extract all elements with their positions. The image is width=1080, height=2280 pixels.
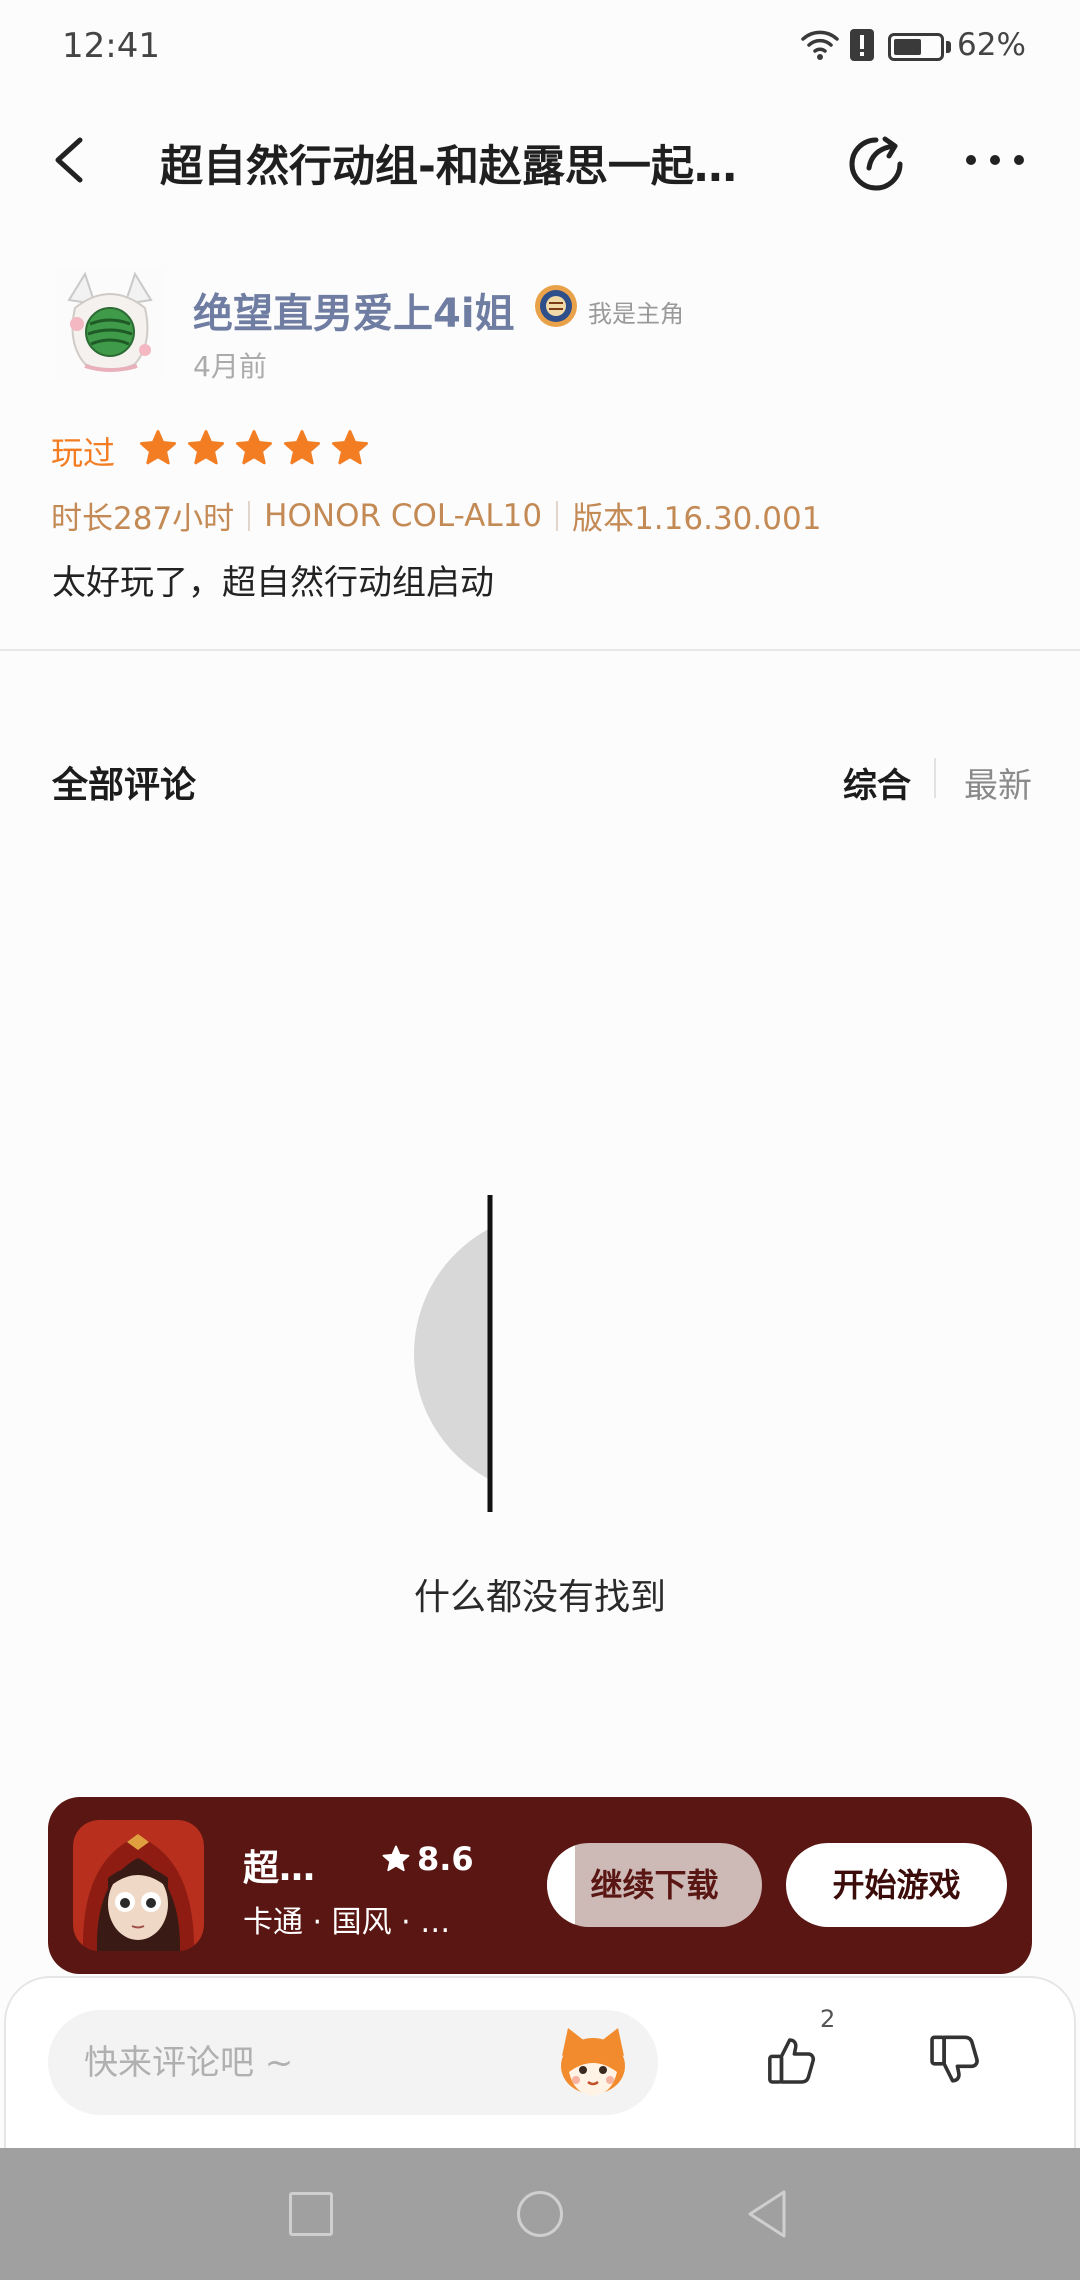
rating-star-icon <box>186 428 226 468</box>
game-rating: 8.6 <box>381 1840 474 1878</box>
share-icon[interactable] <box>844 130 908 194</box>
battery-level-fill <box>894 39 922 55</box>
status-bar: 12:41 62% <box>0 0 1080 90</box>
alert-icon <box>849 28 875 62</box>
empty-state-illustration <box>380 1180 580 1530</box>
continue-download-button[interactable]: 继续下载 <box>547 1843 762 1927</box>
game-banner[interactable]: 超… 8.6 卡通 · 国风 · … 继续下载 开始游戏 <box>48 1797 1032 1974</box>
battery-icon <box>888 33 944 61</box>
system-nav-bar <box>0 2148 1080 2280</box>
device-model: HONOR COL-AL10 <box>264 497 543 534</box>
wifi-icon <box>800 26 840 62</box>
username[interactable]: 绝望直男爱上4i姐 <box>193 281 515 339</box>
back-arrow-icon[interactable] <box>50 135 90 185</box>
review-content: 太好玩了，超自然行动组启动 <box>52 563 494 603</box>
mascot-emoji-icon[interactable] <box>552 2020 634 2102</box>
star-icon <box>381 1844 411 1874</box>
back-icon[interactable] <box>744 2188 792 2240</box>
game-name: 超… <box>243 1848 316 1889</box>
section-divider <box>0 649 1080 651</box>
rating-stars <box>138 428 370 468</box>
play-duration: 时长287小时 <box>51 501 235 537</box>
review-meta: 时长287小时 HONOR COL-AL10 版本1.16.30.001 <box>51 493 821 538</box>
meta-separator <box>556 500 559 531</box>
comment-input[interactable] <box>84 2010 544 2115</box>
rating-star-icon <box>138 428 178 468</box>
rating-star-icon <box>282 428 322 468</box>
recents-icon[interactable] <box>289 2192 333 2236</box>
badge-label: 我是主角 <box>588 300 684 328</box>
game-tags: 卡通 · 国风 · … <box>243 1905 451 1940</box>
battery-nub <box>946 41 951 53</box>
sort-option-overall[interactable]: 综合 <box>843 758 911 807</box>
thumbs-up-icon[interactable] <box>764 2033 820 2089</box>
like-count: 2 <box>820 2005 836 2033</box>
sort-divider <box>934 758 936 798</box>
status-time: 12:41 <box>62 26 160 66</box>
game-rating-value: 8.6 <box>417 1840 474 1878</box>
battery-percent: 62% <box>957 27 1026 63</box>
game-icon[interactable] <box>73 1820 204 1951</box>
sort-option-latest[interactable]: 最新 <box>964 758 1032 807</box>
empty-state-text: 什么都没有找到 <box>413 1577 666 1618</box>
game-version: 版本1.16.30.001 <box>572 501 822 537</box>
page-title: 超自然行动组-和赵露思一起… <box>160 142 737 192</box>
comment-box[interactable] <box>48 2010 658 2115</box>
home-icon[interactable] <box>517 2191 563 2237</box>
comments-title: 全部评论 <box>52 765 197 806</box>
role-badge-icon <box>533 283 579 329</box>
thumbs-down-icon[interactable] <box>926 2030 984 2088</box>
played-label: 玩过 <box>51 434 116 472</box>
rating-star-icon <box>330 428 370 468</box>
rating-star-icon <box>234 428 274 468</box>
meta-separator <box>248 500 251 531</box>
avatar[interactable] <box>55 268 165 378</box>
more-icon[interactable] <box>963 150 1027 170</box>
review-time: 4月前 <box>193 350 267 383</box>
start-game-button[interactable]: 开始游戏 <box>786 1843 1007 1927</box>
continue-download-label: 继续下载 <box>590 1866 719 1904</box>
